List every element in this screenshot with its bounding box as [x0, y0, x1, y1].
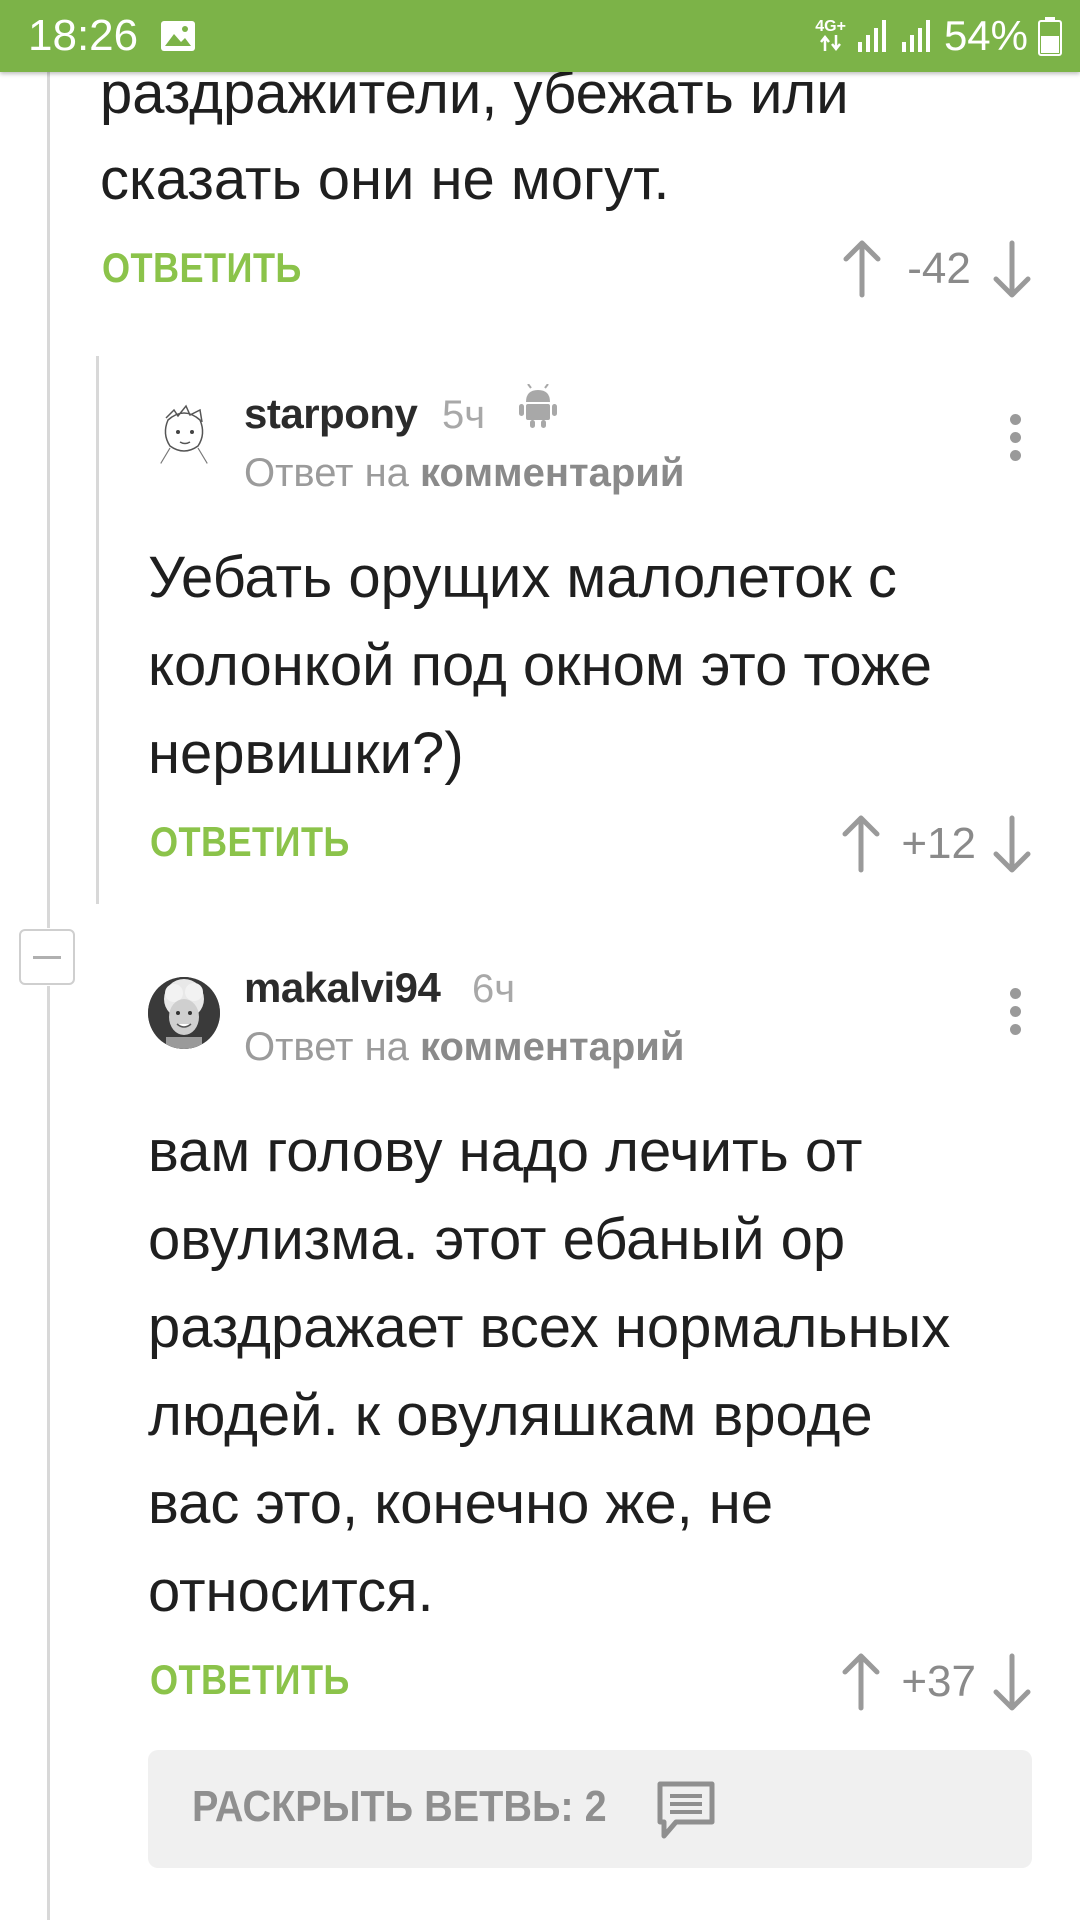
- upvote-arrow-icon[interactable]: [839, 814, 883, 874]
- comment-text-line: овулизма. этот ебаный ор: [148, 1207, 846, 1272]
- comment-text-line: относится.: [148, 1559, 434, 1624]
- expand-branch-button[interactable]: РАСКРЫТЬ ВЕТВЬ: 2: [148, 1750, 1032, 1868]
- network-indicator: 4G+: [815, 18, 846, 52]
- comment-score: +37: [901, 1657, 976, 1706]
- comment-text-line: колонкой под окном это тоже: [148, 633, 933, 698]
- status-bar: 18:26 4G+ 54%: [0, 0, 1080, 72]
- reply-button[interactable]: ОТВЕТИТЬ: [102, 244, 302, 292]
- upvote-arrow-icon[interactable]: [840, 239, 884, 299]
- comment-time: 5ч: [442, 393, 486, 437]
- thread-line-inner: [96, 356, 99, 904]
- vote-controls: -42: [840, 239, 1034, 299]
- comment-text-line: раздражает всех нормальных: [148, 1295, 951, 1360]
- more-options-icon[interactable]: [1005, 410, 1025, 470]
- more-options-icon[interactable]: [1005, 984, 1025, 1044]
- status-time: 18:26: [28, 11, 139, 60]
- status-icons: 4G+ 54%: [815, 10, 1062, 62]
- comment-text-line: вам голову надо лечить от: [148, 1119, 863, 1184]
- username[interactable]: makalvi94: [244, 964, 441, 1012]
- reply-to-link[interactable]: комментарий: [420, 1025, 684, 1069]
- comment-score: +12: [901, 819, 976, 868]
- downvote-arrow-icon[interactable]: [990, 814, 1034, 874]
- image-icon: [161, 21, 195, 51]
- comment-icon: [657, 1781, 715, 1839]
- downvote-arrow-icon[interactable]: [990, 239, 1034, 299]
- reply-button[interactable]: ОТВЕТИТЬ: [150, 1656, 350, 1704]
- vote-controls: +12: [839, 814, 1034, 874]
- signal-icon-2: [901, 20, 930, 52]
- comment-text-line: людей. к овуляшкам вроде: [148, 1383, 873, 1448]
- avatar-photo-icon: [148, 977, 220, 1049]
- avatar[interactable]: [148, 400, 220, 472]
- reply-to-info: Ответ на комментарий: [244, 451, 684, 496]
- reply-to-prefix: Ответ на: [244, 451, 409, 495]
- expand-branch-label: РАСКРЫТЬ ВЕТВЬ: 2: [192, 1782, 607, 1831]
- comment-text-line: Уебать орущих малолеток с: [148, 545, 897, 610]
- reply-to-info: Ответ на комментарий: [244, 1025, 684, 1070]
- signal-icon: [857, 20, 886, 52]
- comment-score: -42: [907, 244, 971, 293]
- thread-line-outer: [47, 72, 50, 928]
- battery-icon: [1038, 17, 1062, 56]
- avatar-sketch-icon: [157, 404, 211, 469]
- vote-controls: +37: [839, 1652, 1034, 1712]
- reply-to-link[interactable]: комментарий: [420, 451, 684, 495]
- downvote-arrow-icon[interactable]: [990, 1652, 1034, 1712]
- comment-text-line: нервишки?): [148, 721, 464, 786]
- reply-to-prefix: Ответ на: [244, 1025, 409, 1069]
- collapse-thread-button[interactable]: [19, 929, 75, 985]
- avatar[interactable]: [148, 977, 220, 1049]
- data-arrows-icon: [819, 34, 841, 52]
- reply-button[interactable]: ОТВЕТИТЬ: [150, 818, 350, 866]
- comment-text-line: вас это, конечно же, не: [148, 1471, 774, 1536]
- battery-percent: 54%: [943, 12, 1028, 59]
- top-comment-line-2: сказать они не могут.: [100, 147, 670, 212]
- android-icon: [519, 384, 557, 428]
- thread-line-outer-lower: [47, 986, 50, 1920]
- comment-time: 6ч: [472, 967, 516, 1011]
- network-label: 4G+: [815, 18, 846, 35]
- username[interactable]: starpony: [244, 390, 418, 438]
- upvote-arrow-icon[interactable]: [839, 1652, 883, 1712]
